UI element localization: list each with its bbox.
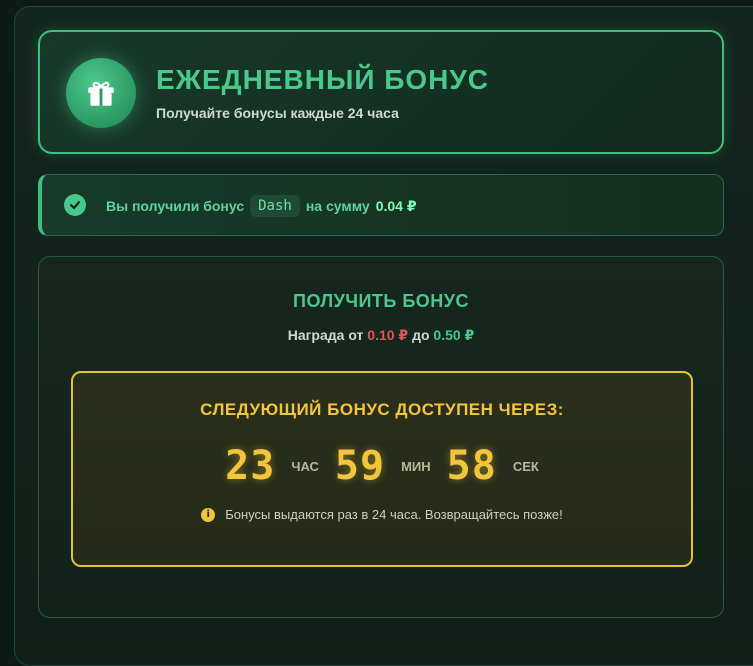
reward-prefix: Награда от (287, 327, 364, 343)
alert-text-before: Вы получили бонус (106, 198, 245, 214)
claim-bonus-card: ПОЛУЧИТЬ БОНУС Награда от 0.10 ₽ до 0.50… (38, 256, 724, 618)
alert-amount: 0.04 ₽ (375, 197, 417, 214)
bonus-currency-badge: Dash (250, 195, 300, 217)
reward-separator: до (412, 327, 430, 343)
info-text: Бонусы выдаются раз в 24 часа. Возвращай… (225, 507, 563, 522)
seconds-value: 58 (446, 443, 497, 489)
reward-min: 0.10 ₽ (367, 327, 409, 343)
hours-value: 23 (225, 443, 276, 489)
claim-title: ПОЛУЧИТЬ БОНУС (293, 291, 469, 311)
page-title: ЕЖЕДНЕВНЫЙ БОНУС (156, 64, 490, 95)
success-alert: Вы получили бонус Dash на сумму 0.04 ₽ (38, 174, 724, 236)
info-icon: i (201, 507, 216, 522)
reward-range: Награда от 0.10 ₽ до 0.50 ₽ (39, 327, 723, 344)
alert-message: Вы получили бонус Dash на сумму 0.04 ₽ (106, 193, 417, 219)
minutes-unit: МИН (401, 458, 431, 474)
hours-unit: ЧАС (291, 458, 319, 474)
daily-bonus-header: ЕЖЕДНЕВНЫЙ БОНУС Получайте бонусы каждые… (38, 30, 724, 154)
countdown-title: СЛЕДУЮЩИЙ БОНУС ДОСТУПЕН ЧЕРЕЗ: (200, 400, 564, 419)
minutes-value: 59 (334, 443, 386, 489)
seconds-unit: СЕК (512, 458, 539, 474)
reward-max: 0.50 ₽ (433, 327, 475, 343)
alert-text-middle: на сумму (305, 198, 370, 214)
gift-icon (66, 58, 136, 128)
info-note: i Бонусы выдаются раз в 24 часа. Возвращ… (73, 507, 691, 522)
countdown-box: СЛЕДУЮЩИЙ БОНУС ДОСТУПЕН ЧЕРЕЗ: 23 ЧАС 5… (71, 371, 693, 567)
page-subtitle: Получайте бонусы каждые 24 часа (156, 105, 399, 121)
check-icon (64, 194, 86, 216)
countdown-timer: 23 ЧАС 59 МИН 58 СЕК (73, 443, 691, 489)
